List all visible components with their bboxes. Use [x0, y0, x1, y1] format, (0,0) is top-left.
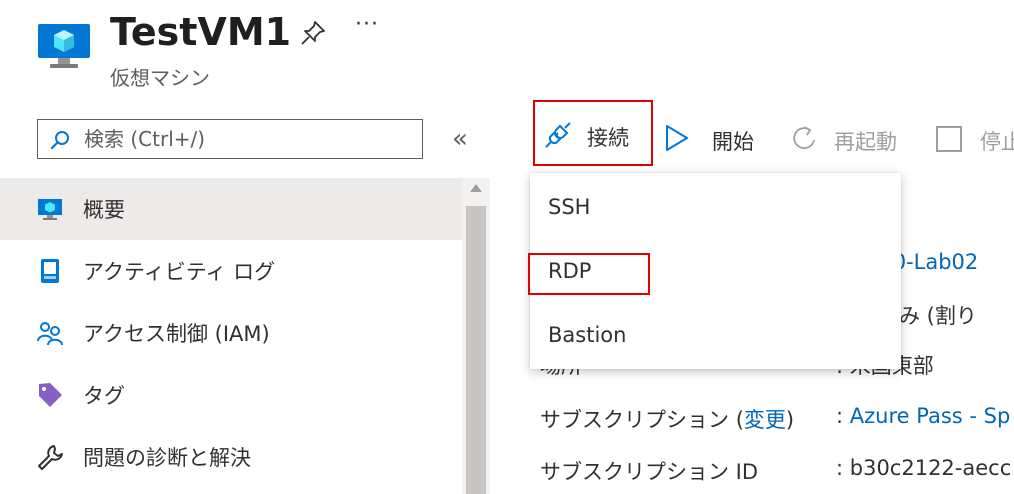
subscription-label: サブスクリプション (変更) [540, 404, 794, 434]
search-input[interactable] [84, 125, 414, 153]
sidebar-item-label: タグ [83, 384, 125, 408]
collapse-sidebar-icon[interactable]: « [452, 124, 468, 154]
rdp-highlight-box [528, 253, 650, 295]
people-icon [37, 322, 63, 346]
activity-log-icon [41, 259, 59, 283]
page-title: TestVM1 [110, 10, 292, 54]
subscription-close-paren: ) [785, 408, 795, 432]
wrench-icon [38, 445, 63, 470]
more-options-icon[interactable]: ··· [355, 12, 379, 37]
sidebar-item-diagnose[interactable]: 問題の診断と解決 [0, 426, 462, 488]
sidebar-item-activity-log[interactable]: アクティビティ ログ [0, 240, 462, 302]
vm-icon [38, 24, 90, 68]
scrollbar-thumb[interactable] [466, 206, 486, 494]
start-label: 開始 [712, 130, 754, 154]
search-box[interactable] [37, 119, 423, 159]
subscription-link[interactable]: Azure Pass - Sp [850, 404, 1011, 428]
sidebar-item-overview[interactable]: 概要 [0, 178, 462, 240]
stop-icon [936, 126, 962, 152]
scroll-up-arrow-icon[interactable] [470, 184, 482, 192]
subscription-id-value: : b30c2122-aecc [836, 456, 1012, 480]
subscription-label-text: サブスクリプション [540, 408, 729, 432]
sidebar-item-tags[interactable]: タグ [0, 364, 462, 426]
menu-item-ssh[interactable]: SSH [548, 195, 590, 219]
restart-icon [793, 126, 815, 149]
connect-label: 接続 [587, 126, 629, 150]
pin-icon[interactable] [298, 18, 328, 48]
connect-button[interactable]: 接続 [533, 100, 653, 166]
subscription-id-label: サブスクリプション ID [540, 460, 759, 484]
page-subtitle: 仮想マシン [110, 66, 210, 90]
subscription-open-paren: ( [735, 408, 744, 432]
subscription-separator: : [836, 404, 844, 428]
subscription-change-link[interactable]: 変更 [744, 408, 786, 432]
stop-label: 停止 [980, 130, 1014, 154]
menu-item-bastion[interactable]: Bastion [548, 323, 626, 347]
tag-icon [39, 383, 62, 407]
sidebar-item-label: アクセス制御 (IAM) [83, 322, 270, 346]
search-icon [50, 131, 69, 150]
plug-icon [545, 122, 571, 148]
sidebar-item-label: アクティビティ ログ [83, 260, 276, 284]
play-icon [666, 125, 688, 151]
sidebar-item-label: 概要 [83, 198, 125, 222]
vm-monitor-icon [38, 199, 62, 220]
sidebar-item-label: 問題の診断と解決 [83, 446, 251, 470]
subscription-value: : Azure Pass - Sp [836, 404, 1010, 428]
restart-label: 再起動 [834, 130, 897, 154]
sidebar-item-iam[interactable]: アクセス制御 (IAM) [0, 302, 462, 364]
